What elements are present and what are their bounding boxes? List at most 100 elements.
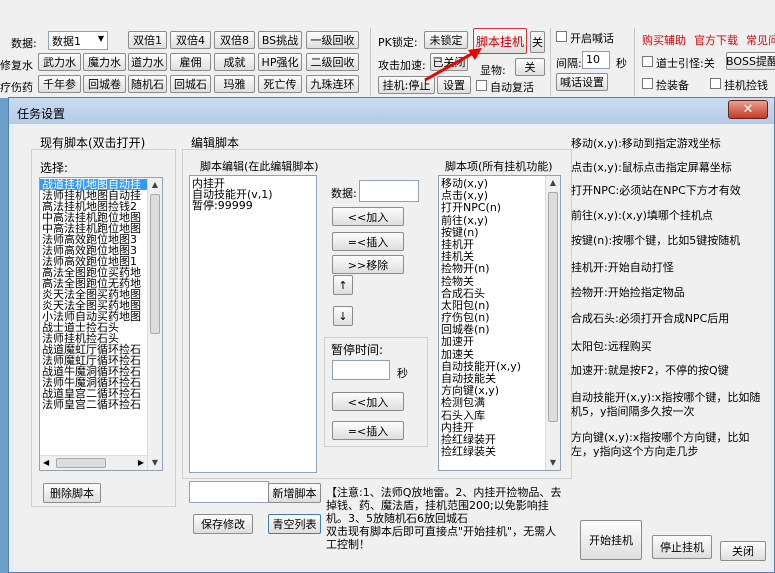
scroll-thumb[interactable]: [150, 194, 160, 334]
maya-button[interactable]: 玛雅: [214, 75, 255, 93]
list-item[interactable]: 法师皇宫二循环捡石: [40, 399, 147, 410]
return-scroll-button[interactable]: 回城卷: [83, 75, 126, 93]
scroll-up-icon[interactable]: ▲: [148, 178, 162, 192]
hire-button[interactable]: 雇佣: [170, 53, 211, 71]
script-item[interactable]: 检测包满: [441, 397, 545, 409]
script-item[interactable]: 前往(x,y): [441, 214, 545, 227]
script-item[interactable]: 加速开: [441, 336, 545, 348]
items-scroll-down-icon[interactable]: ▼: [546, 456, 560, 470]
toolbar-divider: [370, 28, 371, 96]
pause-insert-button[interactable]: =<插入: [332, 421, 404, 440]
toolbar-divider-3: [634, 28, 635, 96]
data-field-label: 数据:: [331, 187, 357, 200]
data-field-input[interactable]: [359, 180, 419, 202]
data-select[interactable]: 数据1 ▼: [48, 31, 108, 50]
new-script-name-input[interactable]: [189, 481, 269, 503]
interval-label: 间隔:: [556, 57, 582, 70]
script-list-scrollbar[interactable]: ▲ ▼: [147, 178, 162, 470]
script-item[interactable]: 捡物开(n): [441, 263, 545, 275]
script-editor[interactable]: 内挂开 自动技能开(v,1) 暂停:99999: [189, 175, 317, 473]
buy-link[interactable]: 购买辅助: [642, 32, 686, 48]
dialog-body: 现有脚本(双击打开) 选择: 战道挂机地图自动挂 法师挂机地图自动挂 高法挂机地图捡…: [15, 125, 770, 568]
help-line: 点击(x,y):鼠标点击指定屏幕坐标: [571, 161, 732, 174]
script-items-title: 脚本项(所有挂机功能): [445, 160, 553, 173]
hscroll-thumb[interactable]: [56, 458, 106, 468]
script-item[interactable]: 石头入库: [441, 409, 545, 422]
pause-add-button[interactable]: <<加入: [332, 392, 404, 411]
delete-script-button[interactable]: 删除脚本: [43, 483, 101, 503]
boss-alert-button[interactable]: BOSS提醒: [726, 52, 775, 70]
script-item[interactable]: 捡红绿装关: [441, 445, 545, 458]
add-button[interactable]: <<加入: [332, 207, 404, 226]
help-line: 加速开:就是按F2，不停的按Q键: [571, 364, 729, 377]
script-items-list[interactable]: 移动(x,y) 点击(x,y) 打开NPC(n) 前往(x,y) 按键(n) 挂机开 挂机关…: [438, 175, 561, 471]
stop-hang-button[interactable]: 停止挂机: [652, 535, 712, 559]
script-item[interactable]: 加速关: [441, 348, 545, 361]
items-scroll-thumb[interactable]: [548, 192, 558, 422]
help-line: 方向键(x,y):x指按哪个方向键，比如左，y指向这个方向走几步: [571, 431, 750, 458]
download-link[interactable]: 官方下载: [694, 32, 738, 48]
dialog-title: 任务设置: [17, 107, 66, 121]
move-down-button[interactable]: ↓: [333, 306, 353, 326]
scroll-right-icon[interactable]: ▶: [138, 458, 144, 467]
scroll-left-icon[interactable]: ◀: [43, 458, 49, 467]
level2-recycle-button[interactable]: 二级回收: [306, 53, 359, 71]
remove-button[interactable]: >>移除: [332, 255, 404, 274]
attack-speed-label: 攻击加速:: [378, 59, 426, 72]
random-stone-button[interactable]: 随机石: [128, 75, 167, 93]
script-list[interactable]: 战道挂机地图自动挂 法师挂机地图自动挂 高法挂机地图捡钱2 中高法挂机跑位地图 中高法挂…: [39, 177, 163, 471]
scroll-down-icon[interactable]: ▼: [148, 456, 162, 470]
insert-button[interactable]: =<插入: [332, 232, 404, 251]
nine-bead-button[interactable]: 九珠连环: [306, 75, 359, 93]
script-item[interactable]: 打开NPC(n): [441, 202, 545, 214]
start-hang-button[interactable]: 开始挂机: [580, 520, 642, 560]
pause-time-input[interactable]: [332, 360, 390, 380]
faq-link[interactable]: 常见问: [746, 32, 775, 48]
return-stone-button[interactable]: 回城石: [170, 75, 211, 93]
force-water-button[interactable]: 武力水: [38, 53, 81, 71]
bs-challenge-button[interactable]: BS挑战: [258, 31, 302, 49]
display-toggle-button[interactable]: 关: [515, 58, 545, 76]
pickup-equip-checkbox[interactable]: [642, 78, 653, 89]
select-label: 选择:: [40, 161, 69, 175]
script-item[interactable]: 捡物关: [441, 275, 545, 288]
pause-time-label: 暂停时间:: [331, 343, 384, 357]
notice-line-1: 【注意:1、法师Q放地雷。2、内挂开捡物品、去掉钱、药、魔法盾，挂机范围200;…: [326, 486, 562, 525]
ginseng-button[interactable]: 千年参: [38, 75, 81, 93]
auto-revive-label: 自动复活: [490, 81, 534, 94]
double8-button[interactable]: 双倍8: [214, 31, 255, 49]
new-script-button[interactable]: 新增脚本: [268, 483, 321, 503]
heal-potion-label[interactable]: 疗伤药: [0, 79, 33, 95]
script-off-button[interactable]: 关: [530, 31, 545, 53]
death-teleport-button[interactable]: 死亡传: [258, 75, 302, 93]
shout-settings-button[interactable]: 喊话设置: [556, 73, 608, 91]
hp-enhance-button[interactable]: HP强化: [258, 53, 302, 71]
double1-button[interactable]: 双倍1: [128, 31, 167, 49]
notice-line-2: 双击现有脚本后即可直接点"开始挂机"，无需人工控制！: [326, 525, 557, 551]
auto-shout-label: 开启喊话: [570, 32, 614, 45]
script-items-scrollbar[interactable]: ▲ ▼: [545, 176, 560, 470]
interval-input[interactable]: 10: [582, 51, 610, 69]
auto-shout-checkbox[interactable]: [556, 31, 567, 42]
help-line: 合成石头:必须打开合成NPC后用: [571, 312, 730, 325]
data-select-value: 数据1: [52, 35, 81, 48]
double4-button[interactable]: 双倍4: [170, 31, 211, 49]
repair-water-label[interactable]: 修复水: [0, 57, 33, 73]
move-up-button[interactable]: ↑: [333, 275, 353, 295]
mana-water-button[interactable]: 魔力水: [83, 53, 126, 71]
taoist-lure-checkbox[interactable]: [642, 56, 653, 67]
help-line: 挂机开:开始自动打怪: [571, 261, 674, 274]
achievement-button[interactable]: 成就: [214, 53, 255, 71]
dialog-titlebar[interactable]: 任务设置 ✕: [9, 98, 774, 124]
task-settings-dialog: 任务设置 ✕ 现有脚本(双击打开) 选择: 战道挂机地图自动挂 法师挂机地图自动挂…: [8, 97, 775, 573]
close-icon[interactable]: ✕: [728, 100, 768, 119]
level1-recycle-button[interactable]: 一级回收: [306, 31, 359, 49]
tao-water-button[interactable]: 道力水: [128, 53, 167, 71]
items-scroll-up-icon[interactable]: ▲: [546, 176, 560, 190]
hang-pickup-checkbox[interactable]: [710, 78, 721, 89]
save-changes-button[interactable]: 保存修改: [193, 514, 253, 534]
clear-list-button[interactable]: 青空列表: [268, 514, 321, 534]
script-list-hscrollbar[interactable]: ◀ ▶: [40, 455, 147, 470]
close-button[interactable]: 关闭: [720, 541, 766, 561]
edit-sub-title: 脚本编辑(在此编辑脚本): [200, 160, 319, 173]
